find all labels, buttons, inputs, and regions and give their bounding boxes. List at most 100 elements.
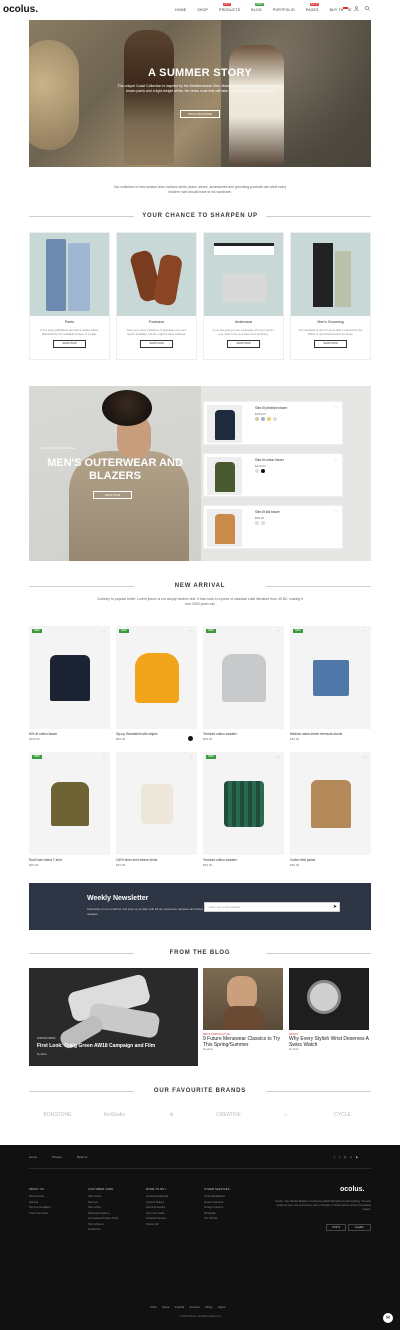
nav-item-shop[interactable]: SHOP — [197, 8, 208, 12]
brand-logo[interactable]: ⊕ — [149, 1112, 194, 1118]
youtube-icon[interactable]: ▶ — [356, 1155, 358, 1159]
product-image[interactable]: NEW ♡ — [116, 626, 197, 729]
blog-post-image-1[interactable] — [203, 968, 283, 1030]
category-shop-button[interactable]: SHOP NOW — [53, 340, 86, 348]
category-shop-button[interactable]: SHOP NOW — [227, 340, 260, 348]
category-shop-button[interactable]: SHOP NOW — [314, 340, 347, 348]
category-image[interactable] — [117, 233, 196, 316]
product-name[interactable]: Zip-up Sweatshirt with stripes — [116, 732, 197, 736]
wishlist-heart-icon[interactable]: ♡ — [276, 629, 280, 634]
color-swatch[interactable] — [261, 417, 265, 421]
color-swatch[interactable] — [255, 469, 259, 473]
user-icon[interactable] — [354, 6, 359, 11]
product-image[interactable]: ♡ — [116, 752, 197, 855]
blog-post-title[interactable]: Why Every Stylish Wrist Deserves A Swiss… — [289, 1036, 371, 1048]
wishlist-heart-icon[interactable]: ♡ — [189, 755, 193, 760]
product-name[interactable]: Cotton field jacket — [290, 858, 371, 862]
product-card[interactable]: NEW ♡ 80's fit cotton blazer $129.00 — [29, 626, 110, 743]
product-name[interactable]: Medium wash denim bermuda shorts — [290, 732, 371, 736]
product-image[interactable]: NEW ♡ — [203, 626, 284, 729]
chat-icon[interactable]: ✉ — [383, 1313, 393, 1323]
footer-link[interactable]: The Gift Set — [204, 1216, 254, 1222]
blog-post-title[interactable]: 9 Future Menswear Classics to Try This S… — [203, 1036, 283, 1048]
blog-post-image-2[interactable] — [289, 968, 369, 1030]
footer-link[interactable]: Track Your Order — [29, 1211, 79, 1217]
blog-featured-post[interactable] — [29, 968, 198, 1066]
blog-featured-title[interactable]: First Look: Craig Green AW18 Campaign an… — [37, 1043, 187, 1049]
product-image[interactable]: NEW ♡ — [29, 752, 110, 855]
mens-shop-button[interactable]: SHOP NOW — [93, 491, 132, 499]
wishlist-heart-icon[interactable]: ♡ — [102, 755, 106, 760]
product-card[interactable]: NEW ♡ Textured cotton sweater $59.00 — [203, 626, 284, 743]
site-logo[interactable]: ocolus. — [3, 4, 38, 15]
pinterest-icon[interactable]: p — [350, 1155, 352, 1159]
product-name[interactable]: 80's fit cotton blazer — [29, 732, 110, 736]
instagram-icon[interactable]: ◎ — [344, 1155, 347, 1159]
color-swatch[interactable] — [261, 469, 265, 473]
product-thumbnail[interactable] — [207, 457, 242, 495]
mens-product-card[interactable]: Slim-fit pinstripe blazer $159.00 ♡ — [203, 401, 343, 445]
color-swatch[interactable] — [255, 417, 259, 421]
brand-logo[interactable]: CREATIVE — [206, 1112, 251, 1118]
product-image[interactable]: ♡ — [290, 752, 371, 855]
product-name[interactable]: Slim-fit pinstripe blazer — [255, 406, 287, 410]
category-image[interactable] — [204, 233, 283, 316]
nav-item-blog[interactable]: BLOG NEW — [251, 3, 264, 12]
category-card[interactable]: Underwear If you are going to use a passa… — [203, 232, 284, 360]
category-image[interactable] — [30, 233, 109, 316]
footer-link[interactable]: Home — [29, 1155, 37, 1159]
nav-item-products[interactable]: PRODUCTS HOT — [219, 3, 240, 12]
footer-logo[interactable]: ocolus. — [340, 1186, 365, 1193]
brand-logo[interactable]: ⌂ — [263, 1112, 308, 1118]
product-card[interactable]: NEW ♡ Textured cotton sweater $59.00 — [203, 752, 284, 869]
wishlist-heart-icon[interactable]: ♡ — [363, 629, 367, 634]
footer-link[interactable]: Privacy — [52, 1155, 62, 1159]
wishlist-heart-icon[interactable]: ♡ — [363, 755, 367, 760]
wishlist-heart-icon[interactable]: ♡ — [334, 405, 338, 410]
category-card[interactable]: Pants It is a long established fact that … — [29, 232, 110, 360]
footer-link[interactable]: Ocolus Gift — [146, 1222, 196, 1228]
nav-item-portfolio[interactable]: PORTFOLIO — [273, 8, 295, 12]
product-name[interactable]: Textured cotton sweater — [203, 732, 284, 736]
brand-logo[interactable]: CYCLE — [320, 1112, 365, 1118]
color-swatch[interactable] — [261, 521, 265, 525]
color-swatch[interactable] — [273, 417, 277, 421]
product-card[interactable]: NEW ♡ Zip-up Sweatshirt with stripes $69.00 — [116, 626, 197, 743]
wishlist-heart-icon[interactable]: ♡ — [334, 457, 338, 462]
product-card[interactable]: ♡ 100% linen shirt sleeve shirts $49.00 — [116, 752, 197, 869]
facebook-icon[interactable]: f — [334, 1155, 335, 1159]
product-name[interactable]: 100% linen shirt sleeve shirts — [116, 858, 197, 862]
color-swatch[interactable] — [267, 417, 271, 421]
wishlist-heart-icon[interactable]: ♡ — [334, 509, 338, 514]
brand-logo[interactable]: thoStudio — [92, 1112, 137, 1118]
search-icon[interactable] — [365, 6, 370, 11]
category-shop-button[interactable]: SHOP NOW — [140, 340, 173, 348]
footer-link[interactable]: Returns — [77, 1155, 88, 1159]
category-card[interactable]: Men's Grooming The standard chunk of Lore… — [290, 232, 371, 360]
color-swatch[interactable] — [255, 521, 259, 525]
color-swatch[interactable] — [188, 736, 193, 741]
category-card[interactable]: Footwear There are many variations of pas… — [116, 232, 197, 360]
wishlist-heart-icon[interactable]: ♡ — [102, 629, 106, 634]
product-image[interactable]: NEW ♡ — [29, 626, 110, 729]
product-name[interactable]: Slim-fit cotton blazer — [255, 458, 284, 462]
wishlist-heart-icon[interactable]: ♡ — [189, 629, 193, 634]
send-icon[interactable]: ➤ — [330, 902, 340, 912]
footer-link[interactable]: Contact Us — [88, 1227, 138, 1233]
nav-item-home[interactable]: HOME — [175, 8, 186, 12]
category-image[interactable] — [291, 233, 370, 316]
product-thumbnail[interactable] — [207, 509, 242, 547]
product-image[interactable]: NEW ♡ — [290, 626, 371, 729]
product-thumbnail[interactable] — [207, 405, 242, 443]
nav-item-pages[interactable]: PAGES SALE — [306, 3, 319, 12]
brand-logo[interactable]: BONSTONE — [35, 1112, 80, 1118]
language-selector[interactable]: English — [348, 1224, 371, 1231]
language-flag-icon[interactable] — [343, 6, 348, 11]
hero-discover-button[interactable]: DISCOVER MORE — [180, 110, 220, 118]
product-card[interactable]: ♡ Cotton field jacket $99.00 — [290, 752, 371, 869]
twitter-icon[interactable]: t — [339, 1155, 340, 1159]
mens-product-card[interactable]: Slim-fit silk blazer $99.00 ♡ — [203, 505, 343, 549]
product-name[interactable]: Slim-fit silk blazer — [255, 510, 280, 514]
product-name[interactable]: Textured cotton sweater — [203, 858, 284, 862]
currency-selector[interactable]: USD $ — [326, 1224, 346, 1231]
